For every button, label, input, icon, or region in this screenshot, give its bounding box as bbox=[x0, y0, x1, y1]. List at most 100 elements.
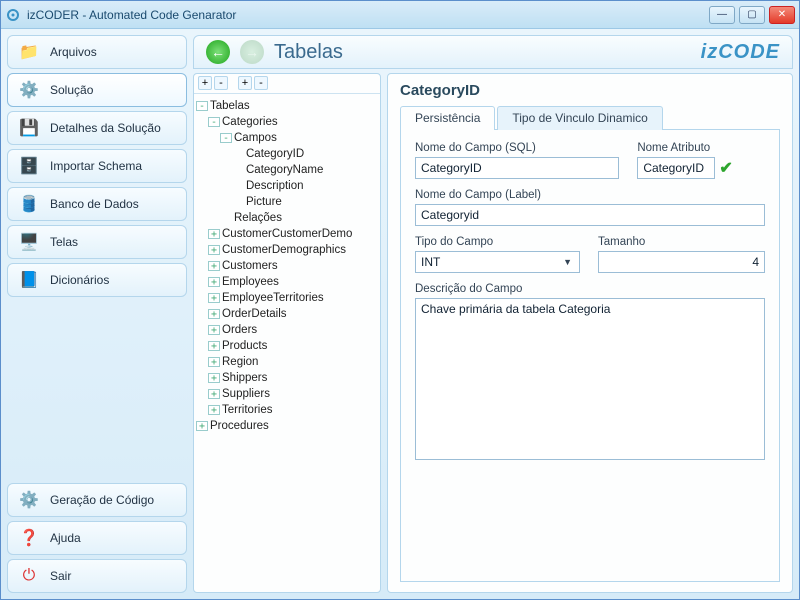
input-tamanho[interactable] bbox=[598, 251, 765, 273]
tree-node-label: Suppliers bbox=[222, 388, 270, 400]
leaf-icon bbox=[232, 197, 244, 207]
input-nome-lbl[interactable] bbox=[415, 204, 765, 226]
tree-node-label: Picture bbox=[246, 196, 282, 208]
sidebar-item-label: Geração de Código bbox=[50, 493, 154, 507]
label-nome-sql: Nome do Campo (SQL) bbox=[415, 142, 619, 154]
expand-icon[interactable]: + bbox=[208, 357, 220, 367]
collapse-icon[interactable]: - bbox=[196, 101, 208, 111]
label-tipo: Tipo do Campo bbox=[415, 236, 580, 248]
sidebar-item-ajuda[interactable]: ❓ Ajuda bbox=[7, 521, 187, 555]
database-icon: 🛢️ bbox=[18, 193, 40, 215]
tree-collapse-all-button[interactable]: - bbox=[254, 76, 268, 90]
expand-icon[interactable]: + bbox=[196, 421, 208, 431]
tree-node[interactable]: + CustomerCustomerDemo bbox=[196, 226, 378, 242]
minimize-button[interactable]: — bbox=[709, 6, 735, 24]
sidebar-item-dicionarios[interactable]: 📘 Dicionários bbox=[7, 263, 187, 297]
expand-icon[interactable]: + bbox=[208, 309, 220, 319]
label-nome-attr: Nome Atributo bbox=[637, 142, 765, 154]
close-button[interactable]: ✕ bbox=[769, 6, 795, 24]
tree-node[interactable]: + EmployeeTerritories bbox=[196, 290, 378, 306]
sidebar-item-label: Ajuda bbox=[50, 531, 81, 545]
gear-icon: ⚙️ bbox=[18, 79, 40, 101]
sidebar-item-banco[interactable]: 🛢️ Banco de Dados bbox=[7, 187, 187, 221]
tree-node-label: Procedures bbox=[210, 420, 269, 432]
tree-node[interactable]: CategoryID bbox=[196, 146, 378, 162]
expand-icon[interactable]: + bbox=[208, 293, 220, 303]
sidebar-item-importar[interactable]: 🗄️ Importar Schema bbox=[7, 149, 187, 183]
expand-icon[interactable]: + bbox=[208, 245, 220, 255]
tab-vinculo[interactable]: Tipo de Vinculo Dinamico bbox=[497, 106, 662, 130]
tree-node[interactable]: + CustomerDemographics bbox=[196, 242, 378, 258]
tree-node-label: EmployeeTerritories bbox=[222, 292, 324, 304]
tree-node[interactable]: Picture bbox=[196, 194, 378, 210]
input-nome-attr[interactable] bbox=[637, 157, 715, 179]
nav-back-button[interactable]: ← bbox=[206, 40, 230, 64]
tree-node[interactable]: Relações bbox=[196, 210, 378, 226]
sidebar-item-label: Solução bbox=[50, 83, 93, 97]
sidebar-item-sair[interactable]: ⏻ Sair bbox=[7, 559, 187, 593]
expand-icon[interactable]: + bbox=[208, 325, 220, 335]
main-header: ← → Tabelas izCODE bbox=[193, 35, 793, 69]
expand-icon[interactable]: + bbox=[208, 277, 220, 287]
textarea-descricao[interactable]: Chave primária da tabela Categoria bbox=[415, 298, 765, 460]
schema-icon: 🗄️ bbox=[18, 155, 40, 177]
tree-expand-button[interactable]: + bbox=[198, 76, 212, 90]
tree-node-label: Categories bbox=[222, 116, 278, 128]
main-area: ← → Tabelas izCODE + - + - - Tabelas- Ca… bbox=[193, 35, 793, 593]
collapse-icon[interactable]: - bbox=[208, 117, 220, 127]
expand-icon[interactable]: + bbox=[208, 373, 220, 383]
tree-node-label: Customers bbox=[222, 260, 278, 272]
expand-icon[interactable]: + bbox=[208, 389, 220, 399]
tree-node[interactable]: - Campos bbox=[196, 130, 378, 146]
sidebar-item-label: Detalhes da Solução bbox=[50, 121, 161, 135]
sidebar-item-geracao[interactable]: ⚙️ Geração de Código bbox=[7, 483, 187, 517]
sidebar-item-arquivos[interactable]: 📁 Arquivos bbox=[7, 35, 187, 69]
tree-toolbar: + - + - bbox=[194, 74, 380, 94]
tree-collapse-button[interactable]: - bbox=[214, 76, 228, 90]
expand-icon[interactable]: + bbox=[208, 405, 220, 415]
tree-node[interactable]: Description bbox=[196, 178, 378, 194]
sidebar: 📁 Arquivos ⚙️ Solução 💾 Detalhes da Solu… bbox=[7, 35, 187, 593]
select-tipo[interactable]: INT bbox=[415, 251, 580, 273]
tree-node[interactable]: + Products bbox=[196, 338, 378, 354]
tree-node[interactable]: + Suppliers bbox=[196, 386, 378, 402]
tree-node[interactable]: + Territories bbox=[196, 402, 378, 418]
tree-node-label: Employees bbox=[222, 276, 279, 288]
tree-node[interactable]: - Categories bbox=[196, 114, 378, 130]
nav-forward-button[interactable]: → bbox=[240, 40, 264, 64]
detail-title: CategoryID bbox=[400, 82, 780, 99]
input-nome-sql[interactable] bbox=[415, 157, 619, 179]
tree-node[interactable]: CategoryName bbox=[196, 162, 378, 178]
tree-node[interactable]: + Shippers bbox=[196, 370, 378, 386]
tree-node[interactable]: + Procedures bbox=[196, 418, 378, 434]
sidebar-item-solucao[interactable]: ⚙️ Solução bbox=[7, 73, 187, 107]
tree-node[interactable]: + Region bbox=[196, 354, 378, 370]
sidebar-item-label: Importar Schema bbox=[50, 159, 142, 173]
label-descricao: Descrição do Campo bbox=[415, 283, 765, 295]
tree-node-label: Shippers bbox=[222, 372, 267, 384]
brand-logo: izCODE bbox=[701, 41, 780, 64]
sidebar-item-label: Dicionários bbox=[50, 273, 109, 287]
tree-node[interactable]: + Employees bbox=[196, 274, 378, 290]
maximize-button[interactable]: ▢ bbox=[739, 6, 765, 24]
disk-icon: 💾 bbox=[18, 117, 40, 139]
tree-node-label: Relações bbox=[234, 212, 282, 224]
expand-icon[interactable]: + bbox=[208, 229, 220, 239]
expand-icon[interactable]: + bbox=[208, 261, 220, 271]
tree-view[interactable]: - Tabelas- Categories- Campos CategoryID… bbox=[194, 94, 380, 592]
tree-node[interactable]: + OrderDetails bbox=[196, 306, 378, 322]
sidebar-item-detalhes[interactable]: 💾 Detalhes da Solução bbox=[7, 111, 187, 145]
sidebar-item-telas[interactable]: 🖥️ Telas bbox=[7, 225, 187, 259]
tab-persistencia[interactable]: Persistência bbox=[400, 106, 495, 130]
tree-node-label: Orders bbox=[222, 324, 257, 336]
detail-panel: CategoryID Persistência Tipo de Vinculo … bbox=[387, 73, 793, 593]
tree-node[interactable]: + Customers bbox=[196, 258, 378, 274]
tree-node-label: Tabelas bbox=[210, 100, 250, 112]
tree-node-label: CustomerCustomerDemo bbox=[222, 228, 352, 240]
tree-expand-all-button[interactable]: + bbox=[238, 76, 252, 90]
collapse-icon[interactable]: - bbox=[220, 133, 232, 143]
tree-node[interactable]: + Orders bbox=[196, 322, 378, 338]
power-icon: ⏻ bbox=[18, 565, 40, 587]
tree-node[interactable]: - Tabelas bbox=[196, 98, 378, 114]
expand-icon[interactable]: + bbox=[208, 341, 220, 351]
